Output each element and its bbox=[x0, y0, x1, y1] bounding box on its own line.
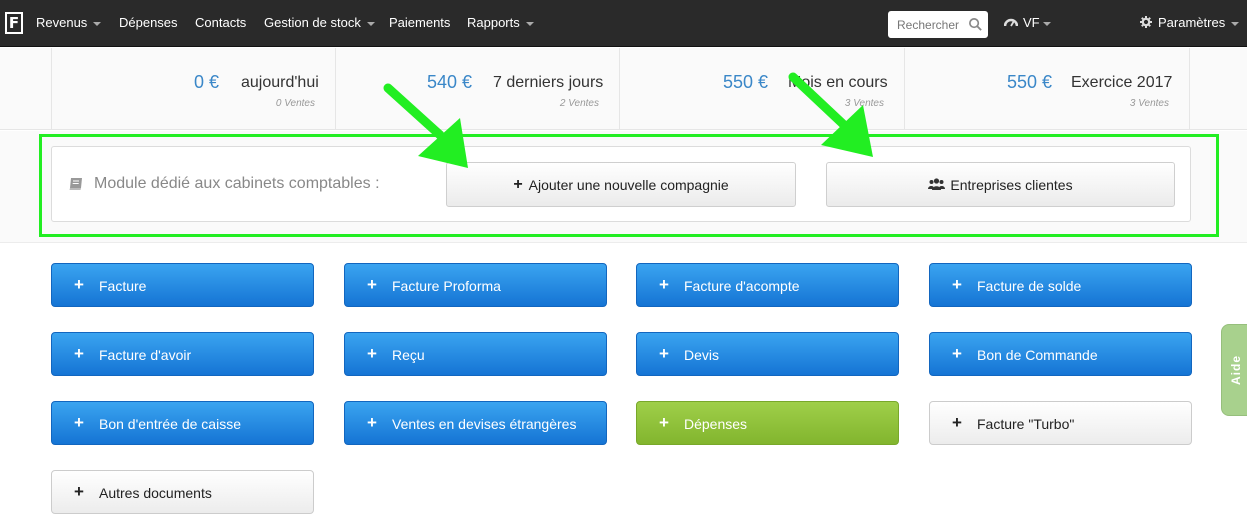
button-label: Facture "Turbo" bbox=[977, 416, 1075, 432]
nav-rapports-label: Rapports bbox=[467, 15, 520, 30]
stat-sales-count: 3 Ventes bbox=[1129, 98, 1169, 109]
button-label: Facture d'avoir bbox=[99, 347, 192, 363]
nav-paiements[interactable]: Paiements bbox=[389, 15, 450, 30]
button-label: Devis bbox=[684, 347, 720, 363]
facture-proforma-button[interactable]: + Facture Proforma bbox=[344, 263, 607, 307]
settings-menu-label: Paramètres bbox=[1158, 15, 1226, 30]
chevron-down-icon bbox=[366, 21, 375, 26]
top-navbar: F Revenus Dépenses Contacts Gestion de s… bbox=[0, 0, 1247, 47]
plus-icon: + bbox=[74, 344, 84, 363]
plus-icon: + bbox=[367, 344, 377, 363]
stat-amount: 550 € bbox=[1006, 72, 1052, 92]
help-tab[interactable]: Aide bbox=[1221, 324, 1247, 416]
ventes-devises-button[interactable]: + Ventes en devises étrangères bbox=[344, 401, 607, 445]
button-label: Facture Proforma bbox=[392, 278, 501, 294]
button-label: Bon de Commande bbox=[977, 347, 1098, 363]
annotation-arrow-right bbox=[788, 72, 873, 157]
plus-icon: + bbox=[74, 413, 84, 432]
nav-gestion-stock[interactable]: Gestion de stock bbox=[264, 15, 375, 30]
chevron-down-icon bbox=[1042, 21, 1051, 26]
depenses-button[interactable]: + Dépenses bbox=[636, 401, 899, 445]
facture-turbo-button[interactable]: + Facture "Turbo" bbox=[929, 401, 1192, 445]
user-menu[interactable]: VF bbox=[1003, 15, 1051, 30]
nav-contacts[interactable]: Contacts bbox=[195, 15, 246, 30]
sales-summary: 0 € aujourd'hui 0 Ventes 540 € 7 dernier… bbox=[0, 48, 1247, 130]
nav-revenus-label: Revenus bbox=[36, 15, 88, 30]
plus-icon: + bbox=[952, 344, 962, 363]
devis-button[interactable]: + Devis bbox=[636, 332, 899, 376]
gear-icon bbox=[1140, 16, 1152, 28]
magnifier-icon[interactable] bbox=[968, 17, 983, 32]
stat-sales-count: 0 Ventes bbox=[275, 98, 315, 109]
facture-acompte-button[interactable]: + Facture d'acompte bbox=[636, 263, 899, 307]
button-label: Facture de solde bbox=[977, 278, 1082, 294]
plus-icon: + bbox=[659, 413, 669, 432]
app-logo-letter: F bbox=[7, 14, 21, 32]
search-box bbox=[888, 11, 988, 38]
chevron-down-icon bbox=[525, 21, 534, 26]
bon-de-commande-button[interactable]: + Bon de Commande bbox=[929, 332, 1192, 376]
button-label: Bon d'entrée de caisse bbox=[99, 416, 241, 432]
annotation-arrow-left bbox=[383, 83, 468, 168]
button-label: Dépenses bbox=[684, 416, 748, 432]
button-label: Facture bbox=[99, 278, 147, 294]
button-label: Ventes en devises étrangères bbox=[392, 416, 577, 432]
chevron-down-icon bbox=[1231, 21, 1240, 26]
facture-avoir-button[interactable]: + Facture d'avoir bbox=[51, 332, 314, 376]
stat-sales-count: 2 Ventes bbox=[559, 98, 599, 109]
annotation-highlight-frame bbox=[39, 134, 1219, 237]
button-label: Facture d'acompte bbox=[684, 278, 800, 294]
nav-paiements-label: Paiements bbox=[389, 15, 451, 30]
plus-icon: + bbox=[367, 275, 377, 294]
stat-amount: 550 € bbox=[722, 72, 768, 92]
stat-label: Exercice 2017 bbox=[1071, 74, 1173, 91]
plus-icon: + bbox=[659, 275, 669, 294]
app-logo[interactable]: F bbox=[5, 12, 23, 34]
bon-entree-caisse-button[interactable]: + Bon d'entrée de caisse bbox=[51, 401, 314, 445]
nav-revenus[interactable]: Revenus bbox=[36, 15, 102, 30]
autres-documents-button[interactable]: + Autres documents bbox=[51, 470, 314, 514]
nav-depenses-label: Dépenses bbox=[119, 15, 178, 30]
plus-icon: + bbox=[367, 413, 377, 432]
stat-fiscal-year: 550 € Exercice 2017 3 Ventes bbox=[905, 48, 1190, 130]
stat-label: 7 derniers jours bbox=[493, 74, 604, 91]
plus-icon: + bbox=[952, 413, 962, 432]
chevron-down-icon bbox=[93, 21, 102, 26]
recu-button[interactable]: + Reçu bbox=[344, 332, 607, 376]
nav-gestion-stock-label: Gestion de stock bbox=[264, 15, 361, 30]
plus-icon: + bbox=[952, 275, 962, 294]
plus-icon: + bbox=[659, 344, 669, 363]
facture-button[interactable]: + Facture bbox=[51, 263, 314, 307]
user-menu-label: VF bbox=[1023, 15, 1040, 30]
nav-rapports[interactable]: Rapports bbox=[467, 15, 534, 30]
nav-contacts-label: Contacts bbox=[195, 15, 247, 30]
stat-label: aujourd'hui bbox=[241, 74, 319, 91]
facture-solde-button[interactable]: + Facture de solde bbox=[929, 263, 1192, 307]
stat-today: 0 € aujourd'hui 0 Ventes bbox=[51, 48, 336, 130]
settings-menu[interactable]: Paramètres bbox=[1140, 15, 1240, 30]
plus-icon: + bbox=[74, 482, 84, 501]
button-label: Autres documents bbox=[99, 485, 212, 501]
dashboard-icon bbox=[1003, 18, 1019, 27]
button-label: Reçu bbox=[392, 347, 425, 363]
help-tab-label: Aide bbox=[1229, 354, 1243, 386]
stat-amount: 0 € bbox=[193, 72, 219, 92]
nav-depenses[interactable]: Dépenses bbox=[119, 15, 178, 30]
plus-icon: + bbox=[74, 275, 84, 294]
